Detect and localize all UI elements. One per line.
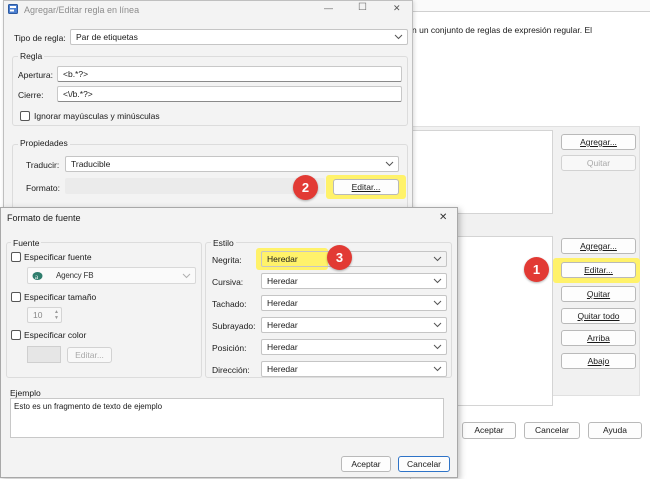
background-accept-button[interactable]: Aceptar [462, 422, 516, 439]
minimize-button[interactable]: — [324, 3, 333, 13]
ignore-case-label: Ignorar mayúsculas y minúsculas [34, 111, 160, 121]
rule-group-label: Regla [18, 51, 45, 61]
style-label: Dirección: [212, 365, 250, 375]
remove-button[interactable]: Quitar [561, 286, 636, 302]
specify-color-label: Especificar color [24, 330, 87, 340]
format-edit-button[interactable]: Editar... [333, 179, 399, 195]
background-cancel-button[interactable]: Cancelar [524, 422, 580, 439]
style-select[interactable]: Heredar [261, 361, 447, 377]
style-select[interactable]: Heredar [261, 339, 447, 355]
color-edit-button[interactable]: Editar... [67, 347, 112, 363]
font-icon: a [32, 271, 43, 281]
background-description: n un conjunto de reglas de expresión reg… [412, 25, 593, 35]
stepper-down-icon[interactable]: ▼ [54, 315, 59, 321]
background-help-button[interactable]: Ayuda [588, 422, 642, 439]
add-top-button[interactable]: Agregar... [561, 134, 636, 150]
format-preview [65, 178, 325, 194]
rule-type-label: Tipo de regla: [14, 33, 66, 43]
style-label: Cursiva: [212, 277, 244, 287]
close-font-dialog-button[interactable]: ✕ [439, 212, 447, 223]
chevron-down-icon [394, 34, 403, 40]
specify-font-checkbox[interactable] [11, 252, 21, 262]
style-select[interactable]: Heredar [261, 273, 447, 289]
closing-field[interactable]: <\/b.*?> [57, 86, 402, 102]
specify-font-label: Especificar fuente [24, 252, 92, 262]
close-rule-dialog-button[interactable]: ✕ [393, 3, 401, 14]
opening-label: Apertura: [18, 70, 53, 80]
style-label: Subrayado: [212, 321, 256, 331]
chevron-down-icon [433, 278, 442, 284]
font-name-select[interactable]: a Agency FB [27, 267, 196, 284]
move-up-button[interactable]: Arriba [561, 330, 636, 346]
example-text: Esto es un fragmento de texto de ejemplo [14, 402, 163, 411]
format-label: Formato: [26, 183, 61, 193]
app-icon [8, 4, 18, 14]
step-badge-2: 2 [293, 175, 318, 200]
font-dialog-title: Formato de fuente [7, 213, 81, 223]
ignore-case-checkbox[interactable] [20, 111, 30, 121]
closing-label: Cierre: [18, 90, 44, 100]
chevron-down-icon [433, 344, 442, 350]
style-label: Tachado: [212, 299, 247, 309]
font-group-label: Fuente [11, 238, 42, 248]
example-box: Esto es un fragmento de texto de ejemplo [10, 398, 444, 438]
style-select[interactable]: Heredar [261, 295, 447, 311]
chevron-down-icon [433, 256, 442, 262]
rule-dialog-title: Agregar/Editar regla en línea [24, 5, 140, 15]
specify-size-checkbox[interactable] [11, 292, 21, 302]
add-button[interactable]: Agregar... [561, 238, 636, 254]
translate-select[interactable]: Traducible [65, 156, 399, 172]
chevron-down-icon [433, 300, 442, 306]
step-badge-1: 1 [524, 257, 549, 282]
step-badge-3: 3 [327, 245, 352, 270]
chevron-down-icon [385, 161, 394, 167]
edit-rule-button[interactable]: Editar... [561, 262, 636, 278]
style-select[interactable]: Heredar [261, 251, 447, 267]
style-select[interactable]: Heredar [261, 317, 447, 333]
chevron-down-icon [433, 322, 442, 328]
properties-group-label: Propiedades [18, 138, 70, 148]
rule-list-top [410, 130, 553, 214]
move-down-button[interactable]: Abajo [561, 353, 636, 369]
specify-color-checkbox[interactable] [11, 330, 21, 340]
remove-all-button[interactable]: Quitar todo [561, 308, 636, 324]
maximize-button[interactable]: ☐ [358, 2, 367, 13]
specify-size-label: Especificar tamaño [24, 292, 97, 302]
style-group-label: Estilo [211, 238, 236, 248]
font-cancel-button[interactable]: Cancelar [398, 456, 450, 472]
translate-label: Traducir: [26, 160, 60, 170]
style-label: Posición: [212, 343, 247, 353]
background-window-topstrip [410, 0, 650, 12]
color-swatch [27, 346, 61, 363]
example-label: Ejemplo [10, 388, 41, 398]
font-accept-button[interactable]: Aceptar [341, 456, 391, 472]
opening-field[interactable]: <b.*?> [57, 66, 402, 82]
size-stepper[interactable]: 10 ▲ ▼ [27, 307, 62, 323]
chevron-down-icon [182, 273, 191, 278]
chevron-down-icon [433, 366, 442, 372]
remove-top-button[interactable]: Quitar [561, 155, 636, 171]
style-label: Negrita: [212, 255, 242, 265]
rule-type-select[interactable]: Par de etiquetas [70, 29, 408, 45]
